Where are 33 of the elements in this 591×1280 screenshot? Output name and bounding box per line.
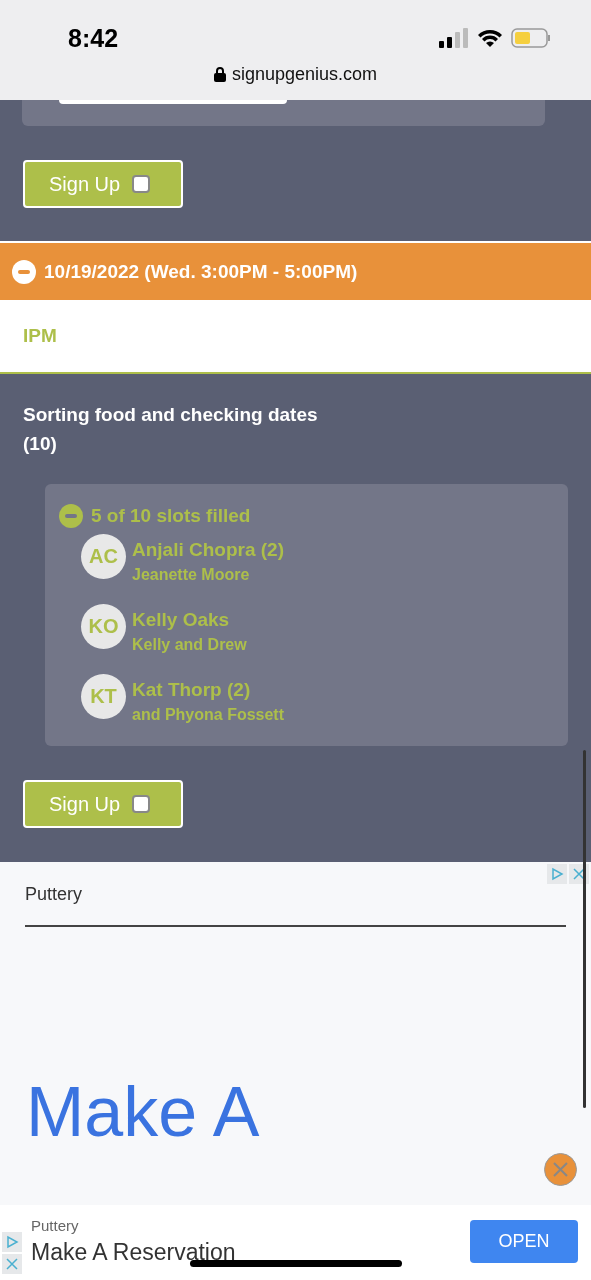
participant-name: Kelly Oaks: [132, 609, 231, 631]
participant-name: Kat Thorp (2): [132, 679, 252, 701]
avatar: KT: [81, 674, 126, 719]
participant-note: Jeanette Moore: [132, 566, 251, 584]
ad-brand: Puttery: [31, 1217, 79, 1234]
wifi-icon: [477, 28, 503, 48]
ad-headline[interactable]: Make A: [26, 1072, 260, 1152]
battery-icon: [511, 28, 551, 48]
ad-title[interactable]: Make A Reservation: [31, 1239, 236, 1266]
participant-note: and Phyona Fossett: [132, 706, 285, 724]
sign-up-button[interactable]: Sign Up: [23, 160, 183, 208]
collapse-icon[interactable]: [59, 504, 83, 528]
lock-icon: [213, 67, 226, 82]
slot-title: Sorting food and checking dates (10): [23, 403, 319, 456]
checkbox[interactable]: [132, 795, 151, 813]
avatar: KO: [81, 604, 126, 649]
slots-filled-text: 5 of 10 slots filled: [91, 505, 251, 527]
date-text: 10/19/2022 (Wed. 3:00PM - 5:00PM): [44, 260, 358, 283]
url-text[interactable]: signupgenius.com: [231, 64, 378, 85]
sign-up-button[interactable]: Sign Up: [23, 780, 183, 828]
avatar: AC: [81, 534, 126, 579]
location-text: IPM: [23, 325, 57, 347]
signal-icon: [439, 28, 469, 48]
clock-time: 8:42: [68, 24, 119, 53]
collapse-icon[interactable]: [12, 259, 36, 284]
open-button[interactable]: OPEN: [470, 1220, 578, 1263]
participant-note: Kelly and Drew: [132, 636, 247, 654]
input-field[interactable]: [59, 100, 287, 104]
participant-name: Anjali Chopra (2): [132, 539, 284, 561]
ad-choices-icon[interactable]: [2, 1232, 22, 1252]
ad-brand: Puttery: [25, 884, 83, 905]
checkbox[interactable]: [132, 175, 151, 193]
date-header[interactable]: 10/19/2022 (Wed. 3:00PM - 5:00PM): [0, 241, 591, 300]
